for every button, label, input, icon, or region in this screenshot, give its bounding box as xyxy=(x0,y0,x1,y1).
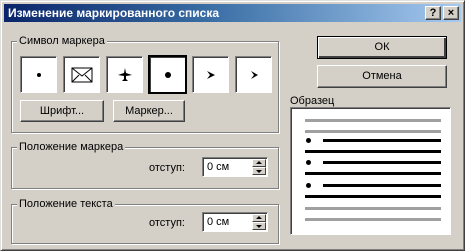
help-button[interactable]: ? xyxy=(425,6,441,20)
marker-button-label: Маркер... xyxy=(125,105,173,117)
bullet-symbol-legend: Символ маркера xyxy=(17,34,107,48)
bullet-tile-arrowhead-small[interactable] xyxy=(235,56,272,93)
bulleted-list-dialog: Изменение маркированного списка ? × Симв… xyxy=(0,0,465,251)
preview-line xyxy=(305,195,441,198)
text-indent-increase-button[interactable] xyxy=(252,214,266,222)
preview-panel xyxy=(290,107,451,235)
text-indent-decrease-button[interactable] xyxy=(252,222,266,230)
arrow-up-icon xyxy=(256,216,262,219)
cancel-button-label: Отмена xyxy=(362,70,402,82)
marker-indent-arrows xyxy=(252,159,266,175)
preview-line xyxy=(305,172,441,175)
large-dot-icon xyxy=(150,57,185,92)
text-position-legend: Положение текста xyxy=(17,197,115,211)
preview-line xyxy=(323,161,441,164)
arrow-up-icon xyxy=(256,161,262,164)
preview-legend: Образец xyxy=(290,95,335,107)
bullet-tile-airplane[interactable] xyxy=(106,56,143,93)
bullet-symbol-group: Символ маркера Шрифт... Маркер... xyxy=(11,34,279,133)
text-indent-arrows xyxy=(252,214,266,230)
text-indent-value: 0 см xyxy=(207,216,230,228)
marker-indent-label: отступ: xyxy=(149,162,185,174)
arrowhead-icon xyxy=(193,57,228,92)
arrowhead-small-icon xyxy=(236,57,271,92)
font-button[interactable]: Шрифт... xyxy=(20,100,104,122)
text-position-group: Положение текста отступ: 0 см xyxy=(11,197,279,244)
close-button[interactable]: × xyxy=(443,6,459,20)
title-bar[interactable]: Изменение маркированного списка ? × xyxy=(4,4,461,22)
preview-line xyxy=(323,139,441,142)
marker-position-legend: Положение маркера xyxy=(17,140,126,154)
preview-line xyxy=(305,130,441,133)
text-indent-label: отступ: xyxy=(149,217,185,229)
window-title: Изменение маркированного списка xyxy=(8,6,220,20)
small-dot-icon xyxy=(21,57,56,92)
preview-line xyxy=(305,150,441,153)
preview-line xyxy=(305,218,441,221)
preview-line xyxy=(305,207,441,210)
arrow-down-icon xyxy=(256,170,262,173)
marker-indent-value: 0 см xyxy=(207,161,230,173)
preview-bullet-icon xyxy=(306,138,311,143)
arrow-down-icon xyxy=(256,225,262,228)
text-indent-spinner[interactable]: 0 см xyxy=(202,212,268,232)
marker-button[interactable]: Маркер... xyxy=(113,100,185,122)
marker-indent-spinner[interactable]: 0 см xyxy=(202,157,268,177)
marker-indent-decrease-button[interactable] xyxy=(252,167,266,175)
envelope-icon xyxy=(64,57,99,92)
bullet-tile-arrowhead[interactable] xyxy=(192,56,229,93)
ok-button-label: ОК xyxy=(374,41,390,53)
marker-position-group: Положение маркера отступ: 0 см xyxy=(11,140,279,189)
bullet-tile-envelope[interactable] xyxy=(63,56,100,93)
ok-button[interactable]: ОК xyxy=(317,36,447,59)
bullet-tile-small-dot[interactable] xyxy=(20,56,57,93)
cancel-button[interactable]: Отмена xyxy=(317,65,447,88)
bullet-tile-large-dot[interactable] xyxy=(148,55,187,94)
font-button-label: Шрифт... xyxy=(39,105,85,117)
marker-indent-increase-button[interactable] xyxy=(252,159,266,167)
preview-bullet-icon xyxy=(306,160,311,165)
airplane-icon xyxy=(107,57,142,92)
preview-bullet-icon xyxy=(306,183,311,188)
preview-line xyxy=(305,119,441,122)
preview-line xyxy=(323,184,441,187)
